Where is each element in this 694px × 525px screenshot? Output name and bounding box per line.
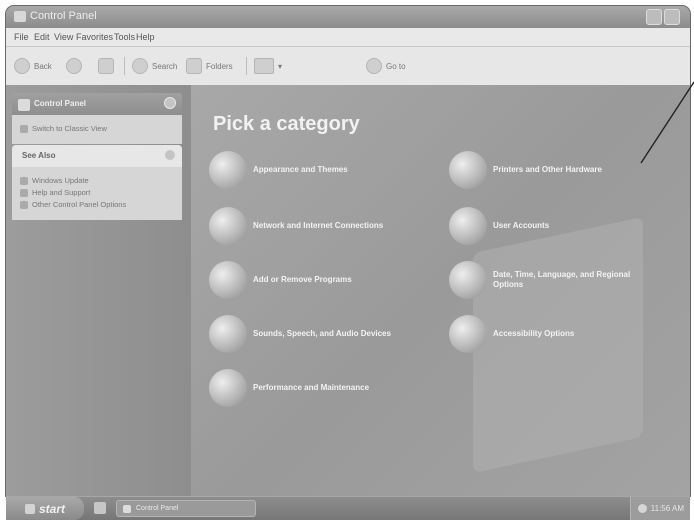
category-label: Add or Remove Programs (253, 275, 352, 284)
folders-icon (186, 58, 202, 74)
category-add-or-remove-programs[interactable]: Add or Remove Programs (209, 261, 439, 299)
tray-icon[interactable] (637, 504, 647, 513)
search-button[interactable]: Search (132, 57, 177, 75)
search-label: Search (152, 61, 178, 71)
menu-edit[interactable]: Edit (34, 32, 50, 42)
collapse-icon[interactable] (164, 149, 176, 161)
close-button[interactable] (664, 9, 680, 25)
category-printers-and-other-hardware[interactable]: Printers and Other Hardware (449, 151, 679, 189)
appearance-themes-icon (209, 151, 247, 189)
category-performance-and-maintenance[interactable]: Performance and Maintenance (209, 369, 439, 407)
printers-hardware-icon (449, 151, 487, 189)
toolbar: Back Search Folders ▾ Go to (6, 47, 690, 86)
windows-flag-icon (24, 503, 35, 514)
menu-favorites[interactable]: Favorites (76, 32, 113, 42)
date-time-region-icon (449, 261, 487, 299)
category-user-accounts[interactable]: User Accounts (449, 207, 679, 245)
control-panel-icon (123, 504, 131, 513)
quick-launch-icon[interactable] (94, 502, 106, 514)
control-panel-icon (18, 99, 30, 111)
category-label: Network and Internet Connections (253, 221, 384, 230)
category-label: Printers and Other Hardware (493, 165, 602, 174)
help-and-support-label: Help and Support (32, 188, 91, 197)
go-to-button[interactable]: Go to (366, 57, 406, 75)
windows-update-icon (20, 177, 28, 185)
forward-button[interactable] (66, 57, 82, 75)
start-label: start (38, 501, 65, 516)
menu-tools[interactable]: Tools (114, 32, 135, 42)
go-to-icon (366, 58, 382, 74)
category-label: Accessibility Options (493, 329, 575, 338)
category-label: Performance and Maintenance (253, 383, 370, 392)
see-also-body: Windows Update Help and Support Other Co… (12, 167, 182, 220)
classic-view-icon (20, 125, 28, 133)
other-control-panel-options-link[interactable]: Other Control Panel Options (20, 200, 174, 209)
views-dropdown-arrow: ▾ (278, 61, 283, 71)
views-icon (254, 58, 274, 74)
switch-to-classic-view-label: Switch to Classic View (32, 124, 107, 133)
start-button[interactable]: start (6, 497, 84, 520)
user-accounts-icon (449, 207, 487, 245)
category-accessibility-options[interactable]: Accessibility Options (449, 315, 679, 353)
taskbar-button-control-panel[interactable]: Control Panel (116, 500, 256, 517)
control-panel-section-title: Control Panel (34, 99, 87, 108)
menu-bar: File Edit View Favorites Tools Help (6, 28, 690, 47)
back-arrow-icon (14, 58, 30, 74)
category-network-and-internet[interactable]: Network and Internet Connections (209, 207, 439, 245)
back-button[interactable]: Back (14, 57, 52, 75)
taskbar-button-label: Control Panel (136, 505, 179, 512)
menu-help[interactable]: Help (136, 32, 155, 42)
help-and-support-link[interactable]: Help and Support (20, 188, 174, 197)
accessibility-icon (449, 315, 487, 353)
control-panel-section-header[interactable]: Control Panel (12, 93, 182, 115)
task-pane: Control Panel Switch to Classic View See… (6, 85, 191, 496)
see-also-header[interactable]: See Also (12, 145, 182, 167)
windows-update-label: Windows Update (32, 176, 89, 185)
search-icon (132, 58, 148, 74)
category-view: Pick a category Appearance and Themes Pr… (191, 85, 690, 496)
menu-file[interactable]: File (14, 32, 29, 42)
category-date-time-language-regional[interactable]: Date, Time, Language, and Regional Optio… (449, 261, 679, 299)
toolbar-divider (124, 57, 125, 75)
control-panel-section: Control Panel Switch to Classic View (12, 93, 182, 144)
folders-button[interactable]: Folders (186, 57, 233, 75)
folders-label: Folders (206, 61, 233, 71)
switch-to-classic-view-link[interactable]: Switch to Classic View (20, 124, 174, 133)
up-button[interactable] (98, 57, 114, 75)
windows-update-link[interactable]: Windows Update (20, 176, 174, 185)
clock: 11:56 AM (650, 504, 684, 513)
add-remove-programs-icon (209, 261, 247, 299)
control-panel-section-body: Switch to Classic View (12, 115, 182, 144)
see-also-title: See Also (22, 151, 56, 160)
taskbar: start Control Panel 11:56 AM (6, 496, 690, 520)
category-label: User Accounts (493, 221, 550, 230)
other-control-panel-options-label: Other Control Panel Options (32, 200, 127, 209)
sounds-audio-icon (209, 315, 247, 353)
minimize-button[interactable] (646, 9, 662, 25)
control-panel-icon (14, 11, 26, 22)
help-icon (20, 189, 28, 197)
page-title: Pick a category (213, 113, 360, 135)
views-button[interactable]: ▾ (254, 57, 282, 75)
category-label: Sounds, Speech, and Audio Devices (253, 329, 391, 338)
category-sounds-speech-audio[interactable]: Sounds, Speech, and Audio Devices (209, 315, 439, 353)
back-label: Back (34, 61, 52, 71)
window-title: Control Panel (30, 10, 97, 22)
forward-arrow-icon (66, 58, 82, 74)
category-label: Date, Time, Language, and Regional Optio… (493, 270, 631, 289)
control-panel-window: Control Panel File Edit View Favorites T… (6, 6, 690, 496)
title-bar[interactable]: Control Panel (6, 6, 690, 28)
system-tray: 11:56 AM (630, 497, 690, 520)
performance-maintenance-icon (209, 369, 247, 407)
category-label: Appearance and Themes (253, 165, 348, 174)
toolbar-divider (246, 57, 247, 75)
collapse-icon[interactable] (164, 97, 176, 109)
menu-view[interactable]: View (54, 32, 73, 42)
category-appearance-and-themes[interactable]: Appearance and Themes (209, 151, 439, 189)
go-to-label: Go to (386, 61, 406, 71)
options-icon (20, 201, 28, 209)
see-also-section: See Also Windows Update Help and Support… (12, 145, 182, 220)
network-globe-icon (209, 207, 247, 245)
up-folder-icon (98, 58, 114, 74)
